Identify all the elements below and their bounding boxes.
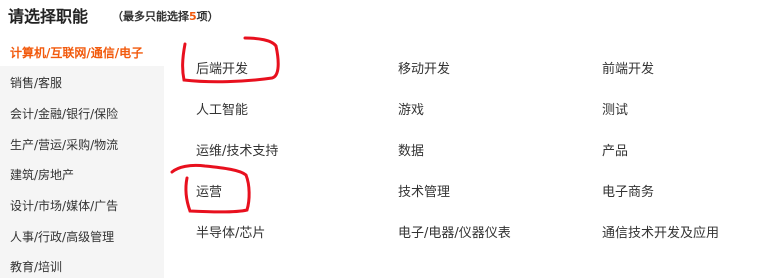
- option-ai[interactable]: 人工智能: [196, 99, 248, 118]
- option-electronics-instruments[interactable]: 电子/电器/仪器仪表: [398, 222, 511, 241]
- category-sidebar: 计算机/互联网/通信/电子 销售/客服 会计/金融/银行/保险 生产/营运/采购…: [0, 36, 164, 278]
- sidebar-item-computer-internet[interactable]: 计算机/互联网/通信/电子: [0, 36, 164, 66]
- option-ecommerce[interactable]: 电子商务: [602, 181, 654, 200]
- note-count: 5: [189, 10, 197, 23]
- option-operations[interactable]: 运营: [196, 181, 222, 200]
- sidebar-item-design-media[interactable]: 设计/市场/媒体/广告: [0, 189, 164, 219]
- sidebar-item-real-estate[interactable]: 建筑/房地产: [0, 158, 164, 188]
- page-title: 请选择职能: [8, 7, 89, 26]
- function-options-grid: 后端开发 移动开发 前端开发 人工智能 游戏 测试 运维/技术支持 数据 产品 …: [164, 36, 780, 278]
- sidebar-item-finance[interactable]: 会计/金融/银行/保险: [0, 97, 164, 127]
- sidebar-item-label: 建筑/房地产: [10, 168, 75, 182]
- option-telecom-dev[interactable]: 通信技术开发及应用: [602, 222, 719, 241]
- option-tech-management[interactable]: 技术管理: [398, 181, 450, 200]
- sidebar-item-label: 会计/金融/银行/保险: [10, 107, 119, 121]
- sidebar-item-education[interactable]: 教育/培训: [0, 250, 164, 280]
- sidebar-item-production[interactable]: 生产/营运/采购/物流: [0, 128, 164, 158]
- sidebar-item-label: 人事/行政/高级管理: [10, 230, 115, 244]
- option-testing[interactable]: 测试: [602, 99, 628, 118]
- sidebar-item-hr-admin[interactable]: 人事/行政/高级管理: [0, 220, 164, 250]
- option-data[interactable]: 数据: [398, 140, 424, 159]
- option-frontend-dev[interactable]: 前端开发: [602, 58, 654, 77]
- sidebar-item-label: 计算机/互联网/通信/电子: [10, 46, 144, 60]
- option-product[interactable]: 产品: [602, 140, 628, 159]
- sidebar-item-label: 教育/培训: [10, 260, 63, 274]
- option-semiconductor[interactable]: 半导体/芯片: [196, 222, 265, 241]
- option-games[interactable]: 游戏: [398, 99, 424, 118]
- option-backend-dev[interactable]: 后端开发: [196, 58, 248, 77]
- sidebar-item-label: 生产/营运/采购/物流: [10, 138, 119, 152]
- note-prefix: （最多只能选择: [112, 10, 189, 23]
- note-suffix: 项）: [196, 10, 219, 23]
- header: 请选择职能 （最多只能选择5项）: [0, 0, 780, 30]
- selection-limit-note: （最多只能选择5项）: [112, 8, 219, 24]
- sidebar-item-label: 设计/市场/媒体/广告: [10, 199, 119, 213]
- sidebar-item-sales-service[interactable]: 销售/客服: [0, 66, 164, 96]
- sidebar-item-label: 销售/客服: [10, 76, 63, 90]
- option-ops-support[interactable]: 运维/技术支持: [196, 140, 278, 159]
- option-mobile-dev[interactable]: 移动开发: [398, 58, 450, 77]
